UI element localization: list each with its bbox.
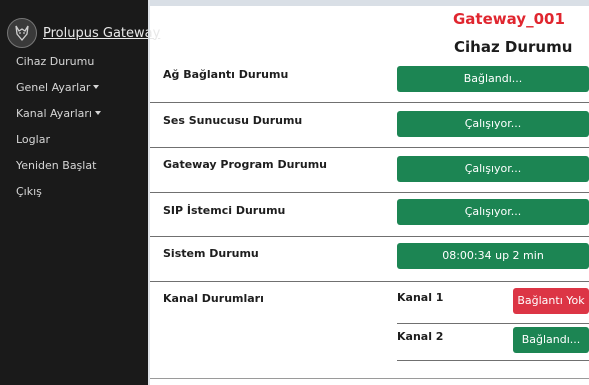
sip-client-status-button[interactable]: Çalışıyor... bbox=[397, 199, 589, 225]
row-divider bbox=[150, 281, 589, 282]
channel-1-label: Kanal 1 bbox=[397, 291, 444, 304]
nav-item-genel-ayarlar[interactable]: Genel Ayarlar bbox=[16, 81, 101, 107]
gateway-program-status-label: Gateway Program Durumu bbox=[163, 158, 327, 171]
channel-status-label: Kanal Durumları bbox=[163, 292, 264, 305]
voice-server-status-button[interactable]: Çalışıyor... bbox=[397, 111, 589, 137]
content-bottom-divider bbox=[150, 378, 589, 379]
brand-name[interactable]: Prolupus Gateway bbox=[43, 26, 160, 41]
nav-item-cihaz-durumu[interactable]: Cihaz Durumu bbox=[16, 55, 101, 81]
brand-link[interactable]: Prolupus Gateway bbox=[7, 18, 160, 48]
channel-2-label: Kanal 2 bbox=[397, 330, 444, 343]
nav-item-label: Kanal Ayarları bbox=[16, 107, 92, 120]
nav-item-loglar[interactable]: Loglar bbox=[16, 133, 101, 159]
nav-item-label: Çıkış bbox=[16, 185, 42, 198]
channel-2-status-button[interactable]: Bağlandı... bbox=[513, 327, 589, 353]
caret-down-icon bbox=[93, 85, 100, 89]
network-status-label: Ağ Bağlantı Durumu bbox=[163, 68, 289, 81]
system-status-label: Sistem Durumu bbox=[163, 247, 259, 260]
wolf-logo-icon bbox=[7, 18, 37, 48]
row-divider bbox=[150, 236, 589, 237]
sidebar-nav: Cihaz Durumu Genel Ayarlar Kanal Ayarlar… bbox=[16, 55, 101, 211]
channel-divider bbox=[397, 323, 589, 324]
nav-item-label: Yeniden Başlat bbox=[16, 159, 97, 172]
nav-item-label: Genel Ayarlar bbox=[16, 81, 91, 94]
sidebar: Prolupus Gateway Cihaz Durumu Genel Ayar… bbox=[0, 0, 160, 385]
page-title: Cihaz Durumu bbox=[454, 38, 573, 56]
row-divider bbox=[150, 147, 589, 148]
channel-1-status-button[interactable]: Bağlantı Yok bbox=[513, 288, 589, 314]
row-divider bbox=[150, 192, 589, 193]
content-top-strip bbox=[150, 0, 589, 6]
nav-item-cikis[interactable]: Çıkış bbox=[16, 185, 101, 211]
sip-client-status-label: SIP İstemci Durumu bbox=[163, 204, 286, 217]
channel-divider bbox=[397, 360, 589, 361]
gateway-program-status-button[interactable]: Çalışıyor... bbox=[397, 156, 589, 182]
system-status-button[interactable]: 08:00:34 up 2 min bbox=[397, 243, 589, 269]
gateway-name: Gateway_001 bbox=[453, 10, 565, 28]
caret-down-icon bbox=[94, 111, 101, 115]
row-divider bbox=[150, 102, 589, 103]
nav-item-yeniden-baslat[interactable]: Yeniden Başlat bbox=[16, 159, 101, 185]
voice-server-status-label: Ses Sunucusu Durumu bbox=[163, 114, 303, 127]
network-status-button[interactable]: Bağlandı... bbox=[397, 66, 589, 92]
nav-item-kanal-ayarlari[interactable]: Kanal Ayarları bbox=[16, 107, 101, 133]
nav-item-label: Cihaz Durumu bbox=[16, 55, 95, 68]
nav-item-label: Loglar bbox=[16, 133, 50, 146]
